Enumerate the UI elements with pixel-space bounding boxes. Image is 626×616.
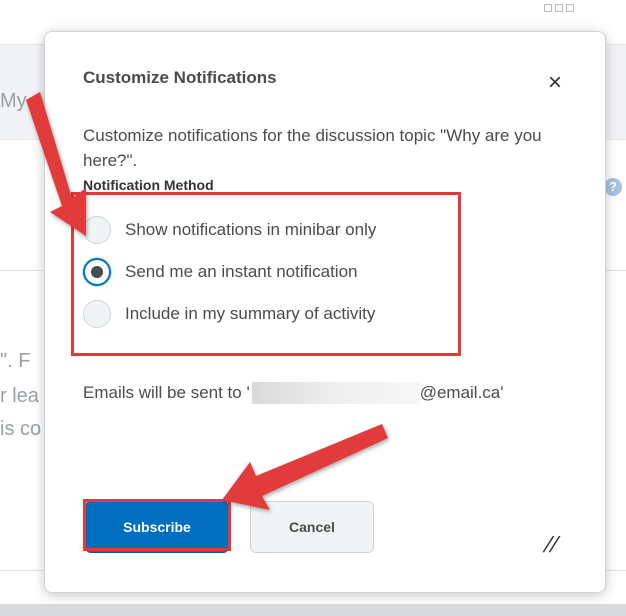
annotation-arrows — [26, 92, 388, 510]
arrow-to-options — [26, 92, 86, 236]
arrow-to-subscribe — [222, 424, 388, 510]
